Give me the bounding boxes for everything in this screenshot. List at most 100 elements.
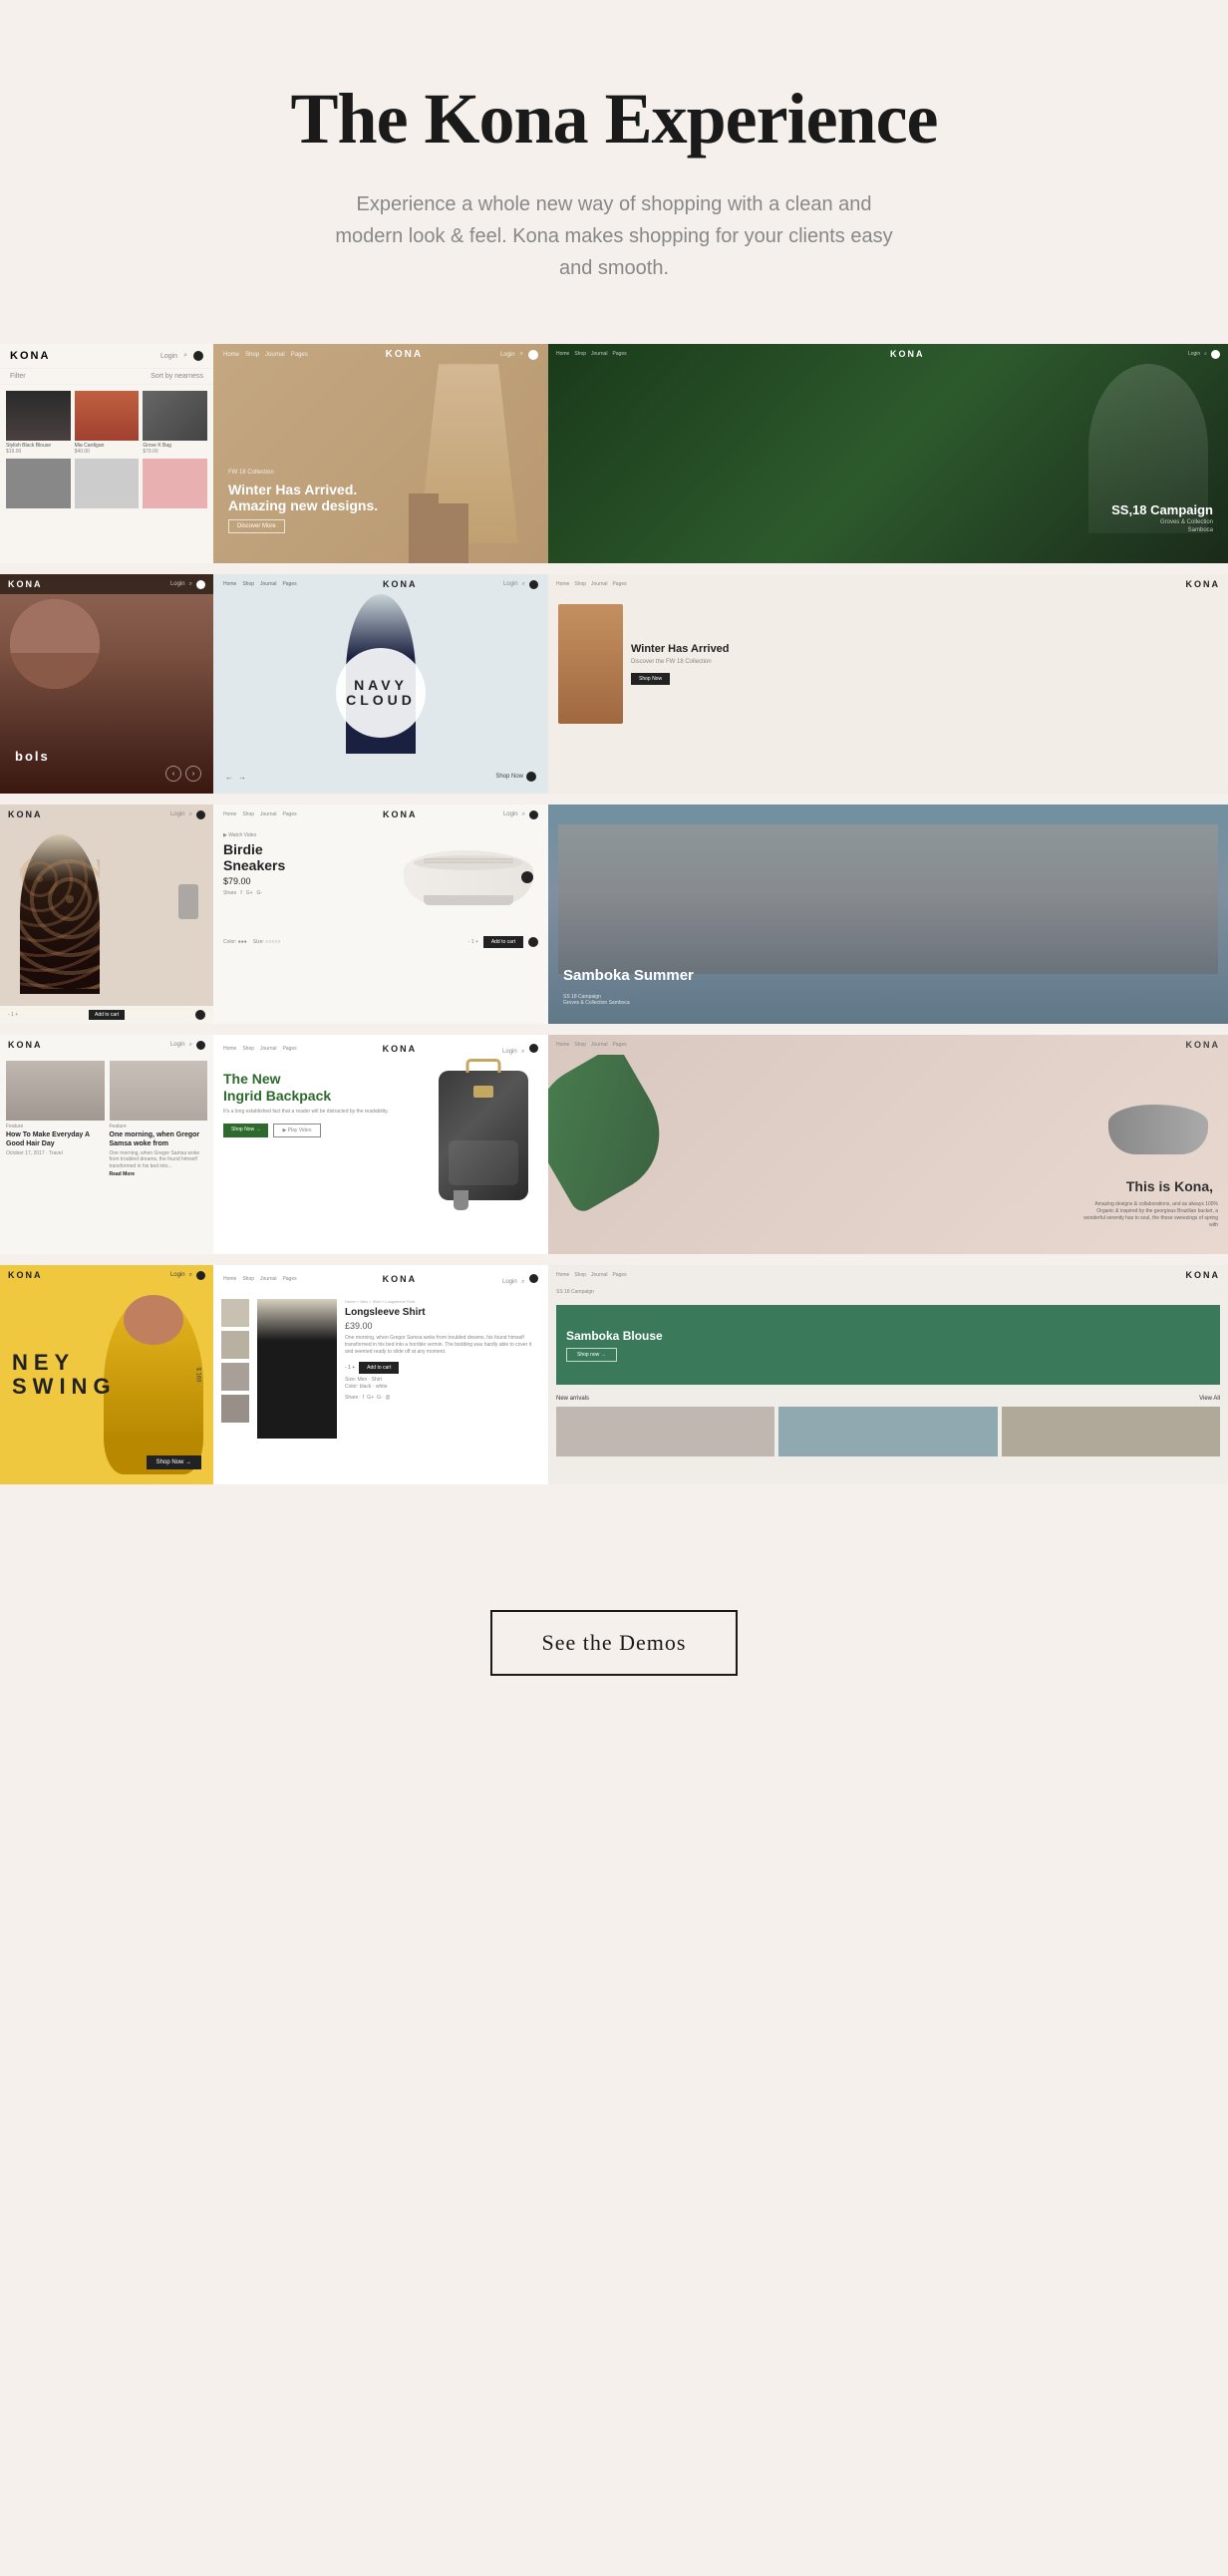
nav-journal-3[interactable]: Journal — [591, 351, 607, 357]
view-all-link[interactable]: View All — [1199, 1396, 1220, 1402]
screen-product-detail[interactable]: Home Shop Journal Pages KONA Login ⌕ — [213, 1265, 548, 1484]
nav-journal-5[interactable]: Journal — [260, 581, 276, 587]
nav-journal-8[interactable]: Journal — [260, 811, 276, 817]
shop-now-5[interactable]: Shop Now — [495, 772, 536, 782]
nav-journal-11[interactable]: Journal — [260, 1046, 276, 1052]
nav-shop-12[interactable]: Shop — [574, 1042, 586, 1048]
screen-portrait[interactable]: KONA Login ⌕ bols — [0, 574, 213, 794]
nav-shop-2[interactable]: Shop — [245, 352, 259, 358]
screen-floral[interactable]: KONA Login ⌕ — [0, 805, 213, 1024]
screen-hero-model[interactable]: Home Shop Journal Pages KONA Login ⌕ — [213, 344, 548, 563]
search-icon-8[interactable]: ⌕ — [522, 811, 525, 818]
cart-icon-8[interactable] — [529, 810, 538, 819]
add-to-cart-8[interactable]: Add to cart — [483, 936, 523, 948]
cart-icon-8b[interactable] — [528, 937, 538, 947]
nav-shop-11[interactable]: Shop — [242, 1046, 254, 1052]
color-options[interactable]: Color: ●●● — [223, 939, 247, 945]
prev-arrow-5[interactable]: ← — [225, 773, 233, 782]
screen-shop-listing[interactable]: KONA Login ⌕ Filter Sort by nearness — [0, 344, 213, 563]
nav-shop-8[interactable]: Shop — [242, 811, 254, 817]
discover-more-btn[interactable]: Discover More — [228, 519, 285, 533]
see-demos-button[interactable]: See the Demos — [490, 1610, 739, 1676]
screen-plants[interactable]: Home Shop Journal Pages KONA — [548, 1035, 1228, 1254]
search-icon-1[interactable]: ⌕ — [183, 352, 187, 360]
cart-icon-14[interactable] — [529, 1274, 538, 1283]
qty-control-7[interactable]: - 1 + — [8, 1012, 18, 1018]
nav-home-14[interactable]: Home — [223, 1276, 236, 1282]
nav-shop-14[interactable]: Shop — [242, 1276, 254, 1282]
nav-pages-2[interactable]: Pages — [291, 352, 308, 358]
nav-pages-15[interactable]: Pages — [612, 1272, 626, 1278]
nav-shop-15[interactable]: Shop — [574, 1272, 586, 1278]
qty-control-8[interactable]: - 1 + — [468, 939, 478, 945]
nav-home-5[interactable]: Home — [223, 581, 236, 587]
nav-journal-14[interactable]: Journal — [260, 1276, 276, 1282]
login-link-11[interactable]: Login — [502, 1049, 517, 1055]
cart-icon-5[interactable] — [529, 580, 538, 589]
google-share-14[interactable]: G- — [377, 1395, 383, 1401]
cart-btn-7[interactable] — [195, 1010, 205, 1020]
sort-label[interactable]: Sort by nearness — [151, 373, 203, 380]
nav-home-15[interactable]: Home — [556, 1272, 569, 1278]
filter-label[interactable]: Filter — [10, 373, 26, 380]
cart-icon-1[interactable] — [193, 351, 203, 361]
login-link-7[interactable]: Login — [170, 811, 185, 817]
product-item-2[interactable]: Mia Cardigan $40.00 — [75, 391, 140, 455]
product-item-1[interactable]: Stylish Black Blouse $19.00 — [6, 391, 71, 455]
cart-icon-11[interactable] — [529, 1044, 538, 1053]
blog-read-more-2[interactable]: Read More — [110, 1171, 208, 1178]
arrival-item-1[interactable] — [556, 1407, 774, 1456]
cart-icon-7[interactable] — [196, 810, 205, 819]
screen-backpack[interactable]: Home Shop Journal Pages KONA Login ⌕ — [213, 1035, 548, 1254]
prev-arrow[interactable]: ‹ — [165, 766, 181, 782]
nav-home-12[interactable]: Home — [556, 1042, 569, 1048]
nav-pages-14[interactable]: Pages — [282, 1276, 296, 1282]
nav-home-2[interactable]: Home — [223, 352, 239, 358]
nav-pages-6[interactable]: Pages — [612, 581, 626, 587]
product-item-4[interactable] — [6, 459, 71, 508]
nav-home-11[interactable]: Home — [223, 1046, 236, 1052]
google-icon[interactable]: G- — [257, 890, 263, 896]
search-icon-14[interactable]: ⌕ — [521, 1279, 524, 1285]
nav-pages-12[interactable]: Pages — [612, 1042, 626, 1048]
nav-home-6[interactable]: Home — [556, 581, 569, 587]
login-link-1[interactable]: Login — [160, 353, 177, 360]
screen-samboka-summer[interactable]: Home Shop Journal Pages KONA Samboka Sum… — [548, 805, 1228, 1024]
cart-icon-2[interactable] — [528, 350, 538, 360]
nav-journal-6[interactable]: Journal — [591, 581, 607, 587]
screen-sneakers[interactable]: Home Shop Journal Pages KONA Login ⌕ — [213, 805, 548, 1024]
arrival-item-2[interactable] — [778, 1407, 997, 1456]
login-link-5[interactable]: Login — [503, 581, 518, 587]
nav-shop-5[interactable]: Shop — [242, 581, 254, 587]
product-thumb-3[interactable] — [221, 1363, 249, 1391]
product-item-5[interactable] — [75, 459, 140, 508]
nav-shop-6[interactable]: Shop — [574, 581, 586, 587]
gplus-share-14[interactable]: G+ — [367, 1395, 374, 1401]
arrival-item-3[interactable] — [1002, 1407, 1220, 1456]
nav-journal-2[interactable]: Journal — [265, 352, 285, 358]
yellow-shop-now[interactable]: Shop Now → — [147, 1455, 201, 1469]
twitter-share-14[interactable]: @ — [386, 1395, 391, 1401]
login-link-2[interactable]: Login — [500, 352, 515, 358]
screen-winter-arrived[interactable]: Home Shop Journal Pages KONA Winter Has … — [548, 574, 1228, 794]
product-thumb-1[interactable] — [221, 1299, 249, 1327]
cart-icon-4[interactable] — [196, 580, 205, 589]
fb-share-14[interactable]: f — [363, 1395, 364, 1401]
size-options[interactable]: Size: ○○○○○ — [253, 939, 281, 945]
winter-shop-btn[interactable]: Shop Now — [631, 673, 670, 685]
qty-control-14[interactable]: - 1 + — [345, 1365, 355, 1371]
screen-yellow-dress[interactable]: KONA Login ⌕ NEY SWING — [0, 1265, 213, 1484]
search-icon-10[interactable]: ⌕ — [189, 1042, 192, 1049]
facebook-icon[interactable]: f — [240, 890, 241, 896]
login-link-8[interactable]: Login — [503, 811, 518, 817]
search-icon-11[interactable]: ⌕ — [521, 1049, 524, 1055]
nav-home-3[interactable]: Home — [556, 351, 569, 357]
login-link-13[interactable]: Login — [170, 1272, 185, 1278]
nav-journal-15[interactable]: Journal — [591, 1272, 607, 1278]
screen-campaign[interactable]: Home Shop Journal Pages KONA Login ⌕ — [548, 344, 1228, 563]
search-icon-2[interactable]: ⌕ — [520, 351, 523, 358]
cart-icon-10[interactable] — [196, 1041, 205, 1050]
next-arrow-5[interactable]: → — [238, 773, 246, 782]
green-shop-now[interactable]: Shop now → — [566, 1348, 617, 1362]
screen-navy-cloud[interactable]: Home Shop Journal Pages KONA Login ⌕ — [213, 574, 548, 794]
